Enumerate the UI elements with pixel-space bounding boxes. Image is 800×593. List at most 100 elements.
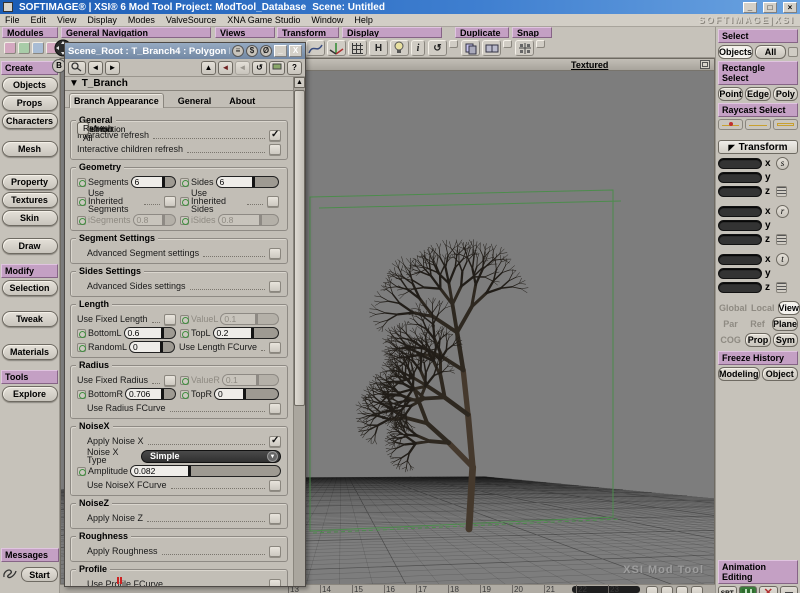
- snap-icon[interactable]: [515, 40, 534, 56]
- checkbox[interactable]: [269, 436, 281, 447]
- mode-plane-button[interactable]: Plane: [772, 317, 798, 331]
- slider-valuel[interactable]: 0.1: [220, 313, 279, 325]
- sidebar-item-draw[interactable]: Draw: [2, 238, 58, 254]
- tab-about[interactable]: About: [225, 94, 259, 108]
- property-panel-titlebar[interactable]: Scene_Root : T_Branch4 : Polygon Mesh : …: [65, 43, 305, 59]
- freeze-object-button[interactable]: Object: [762, 367, 799, 381]
- param-divot[interactable]: [180, 315, 189, 324]
- prev-page-button[interactable]: ◄: [88, 61, 103, 75]
- menu-window[interactable]: Window: [311, 15, 343, 25]
- param-divot[interactable]: [180, 329, 189, 338]
- checkbox[interactable]: [164, 375, 176, 386]
- slider-randoml[interactable]: 0: [129, 341, 175, 353]
- checkbox[interactable]: [269, 144, 281, 155]
- slider-topr[interactable]: 0: [214, 388, 279, 400]
- panel-scrollbar[interactable]: ▲: [293, 77, 305, 586]
- transform-r-z-slider[interactable]: [718, 234, 762, 245]
- transform-s-x-slider[interactable]: [718, 158, 762, 169]
- checkbox[interactable]: [164, 196, 176, 207]
- transform-t-x-slider[interactable]: [718, 254, 762, 265]
- refresh-panel-icon[interactable]: ↺: [252, 61, 267, 75]
- sidebar-item-tweak[interactable]: Tweak: [2, 311, 58, 327]
- sidebar-item-objects[interactable]: Objects: [2, 77, 58, 93]
- menu-edit[interactable]: Edit: [31, 15, 47, 25]
- param-divot[interactable]: [77, 216, 86, 225]
- transform-s-options-icon[interactable]: [776, 186, 787, 197]
- help-button[interactable]: ?: [287, 61, 302, 75]
- animation-layers-icon[interactable]: [780, 586, 799, 593]
- edge-select-button[interactable]: Edge: [745, 87, 770, 101]
- menu-help[interactable]: Help: [354, 15, 373, 25]
- srt-keys-button[interactable]: SRT: [718, 586, 737, 593]
- checkbox[interactable]: [269, 513, 281, 524]
- mode-local-button[interactable]: Local: [750, 301, 776, 315]
- rotate-options-button[interactable]: [449, 40, 458, 48]
- slider-isides[interactable]: 0.8: [218, 214, 279, 226]
- remove-animation-icon[interactable]: ✕: [759, 586, 778, 593]
- next-page-button[interactable]: ►: [105, 61, 120, 75]
- curve-tool-icon[interactable]: [306, 40, 325, 56]
- transform-r-x-slider[interactable]: [718, 206, 762, 217]
- transform-r-y-slider[interactable]: [718, 220, 762, 231]
- param-divot[interactable]: [77, 178, 86, 187]
- start-button[interactable]: Start: [21, 567, 58, 582]
- key-button[interactable]: [691, 586, 703, 593]
- select-objects-button[interactable]: Objects: [718, 45, 753, 59]
- loop-button[interactable]: [676, 586, 688, 593]
- param-divot[interactable]: [77, 467, 86, 476]
- slider-topl[interactable]: 0.2: [213, 327, 279, 339]
- transform-t-y-slider[interactable]: [718, 268, 762, 279]
- panel-minimize-button[interactable]: _: [274, 45, 287, 57]
- param-divot[interactable]: [77, 329, 86, 338]
- noise-type-dropdown[interactable]: Simple▼: [141, 450, 281, 463]
- hide-button[interactable]: H: [369, 40, 388, 56]
- checkbox[interactable]: [269, 403, 281, 414]
- param-divot[interactable]: [180, 197, 189, 206]
- param-divot[interactable]: [180, 178, 189, 187]
- menu-display[interactable]: Display: [87, 15, 117, 25]
- checkbox[interactable]: [269, 342, 281, 353]
- menu-file[interactable]: File: [5, 15, 20, 25]
- slider-valuer[interactable]: 0.1: [222, 374, 279, 386]
- transform-t-z-slider[interactable]: [718, 282, 762, 293]
- checkbox[interactable]: [269, 546, 281, 557]
- transform-r-options-icon[interactable]: [776, 234, 787, 245]
- mute-icon[interactable]: Ø: [260, 45, 272, 57]
- mode-par-button[interactable]: Par: [718, 317, 743, 331]
- light-icon[interactable]: [390, 40, 409, 56]
- expression-icon[interactable]: $: [246, 45, 258, 57]
- menu-xna-game-studio[interactable]: XNA Game Studio: [227, 15, 300, 25]
- freeze-modeling-button[interactable]: Modeling: [718, 367, 760, 381]
- transform-header[interactable]: Transform: [718, 140, 798, 154]
- maximize-button[interactable]: □: [763, 2, 777, 13]
- transform-t-button[interactable]: t: [776, 253, 789, 266]
- raycast-poly-button[interactable]: [773, 119, 798, 130]
- mode-sym-button[interactable]: Sym: [773, 333, 798, 347]
- point-select-button[interactable]: Point: [718, 87, 743, 101]
- lock-explore-icon[interactable]: [68, 61, 86, 75]
- viewport-maximize-icon[interactable]: [700, 60, 710, 69]
- swatch-green-icon[interactable]: [18, 42, 30, 54]
- checkbox[interactable]: [269, 480, 281, 491]
- slider-sides[interactable]: 6: [216, 176, 279, 188]
- shading-mode-dropdown[interactable]: Textured: [571, 60, 608, 70]
- checkbox[interactable]: [267, 196, 279, 207]
- up-node-button[interactable]: ▲: [201, 61, 216, 75]
- scribble-icon[interactable]: [2, 566, 18, 583]
- select-all-button[interactable]: All: [755, 45, 786, 59]
- param-divot[interactable]: [77, 390, 86, 399]
- transform-t-options-icon[interactable]: [776, 282, 787, 293]
- select-options-button[interactable]: [788, 47, 798, 57]
- param-divot[interactable]: [77, 197, 86, 206]
- scroll-up-icon[interactable]: ▲: [294, 77, 305, 88]
- sidebar-item-property[interactable]: Property: [2, 174, 58, 190]
- transform-s-button[interactable]: s: [776, 157, 789, 170]
- property-editor-panel[interactable]: Scene_Root : T_Branch4 : Polygon Mesh : …: [64, 42, 306, 587]
- duplicate-options-button[interactable]: [503, 40, 512, 48]
- param-divot[interactable]: [180, 376, 189, 385]
- close-button[interactable]: ×: [783, 2, 797, 13]
- param-divot[interactable]: [180, 216, 189, 225]
- mode-view-button[interactable]: View: [778, 301, 800, 315]
- info-button[interactable]: i: [411, 40, 425, 56]
- tab-general[interactable]: General: [174, 94, 216, 108]
